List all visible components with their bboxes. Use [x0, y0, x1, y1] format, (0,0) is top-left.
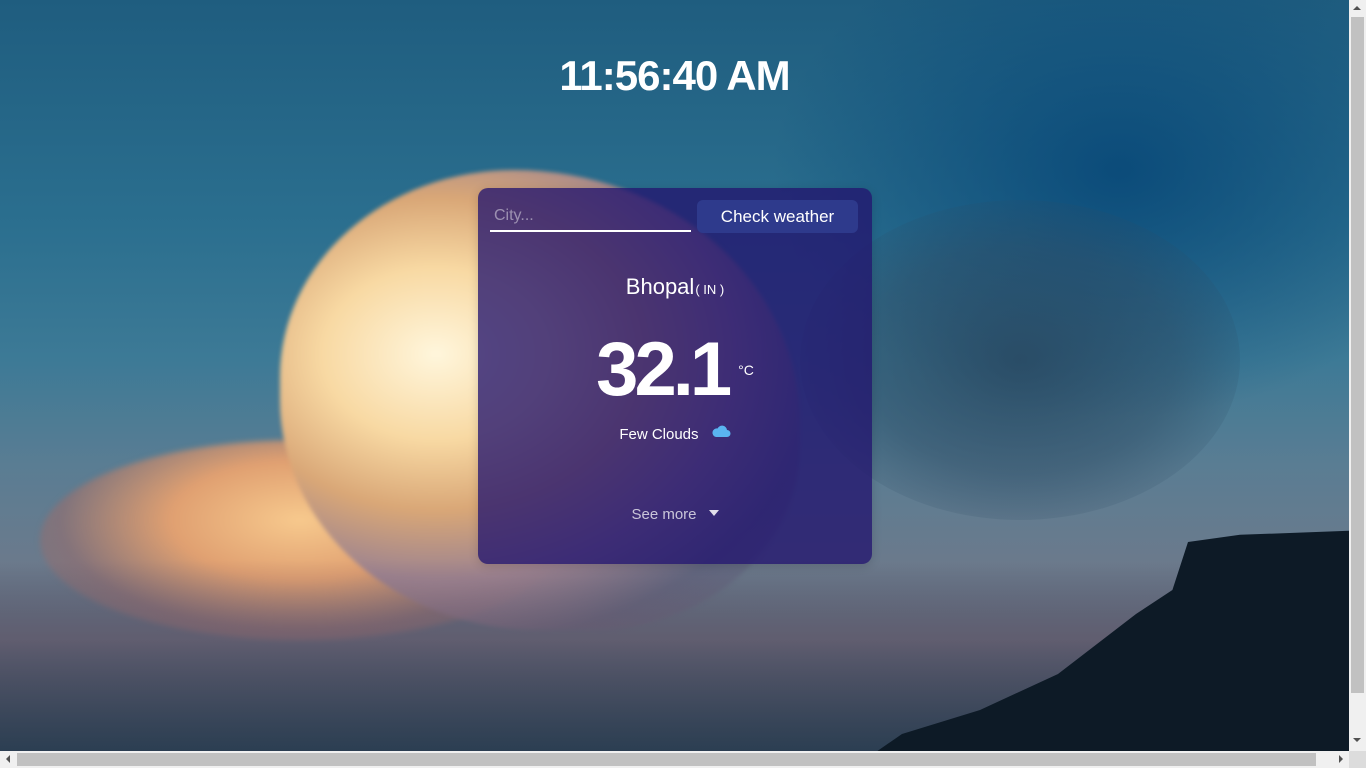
scroll-left-icon[interactable]: [6, 755, 10, 763]
check-weather-button[interactable]: Check weather: [697, 200, 858, 233]
search-row: Check weather: [490, 200, 860, 236]
country-code: ( IN ): [695, 282, 725, 297]
vertical-scrollbar[interactable]: [1349, 0, 1366, 751]
scroll-up-icon[interactable]: [1353, 6, 1361, 10]
temperature-unit: °C: [738, 362, 754, 378]
see-more-toggle[interactable]: See more: [478, 506, 872, 523]
weather-card: Check weather Bhopal( IN ) 32.1 °C Few Cl…: [478, 188, 872, 564]
scrollbar-corner: [1349, 751, 1366, 768]
see-more-label: See more: [631, 506, 697, 523]
clock: 11:56:40 AM: [559, 52, 790, 99]
condition-row: Few Clouds: [478, 424, 872, 444]
cloud-icon: [711, 424, 731, 442]
horizontal-scrollbar[interactable]: [0, 751, 1349, 768]
temperature-row: 32.1 °C: [478, 326, 872, 413]
caret-down-icon: [708, 510, 719, 517]
location: Bhopal( IN ): [478, 274, 872, 300]
scroll-down-icon[interactable]: [1353, 738, 1361, 742]
horizontal-scroll-thumb[interactable]: [17, 753, 1316, 766]
vertical-scroll-thumb[interactable]: [1351, 17, 1364, 693]
condition-text: Few Clouds: [619, 426, 699, 443]
city-input[interactable]: [490, 202, 691, 232]
scroll-right-icon[interactable]: [1339, 755, 1343, 763]
city-name: Bhopal: [625, 274, 695, 299]
temperature-value: 32.1: [596, 327, 732, 412]
